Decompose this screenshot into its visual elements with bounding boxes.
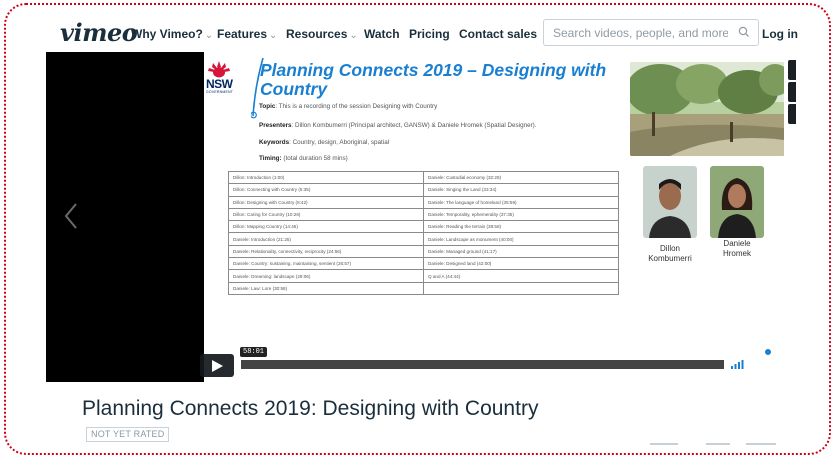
nav-label: Features bbox=[217, 27, 268, 41]
nsw-logo-text: NSW bbox=[206, 77, 233, 91]
play-icon bbox=[212, 360, 223, 372]
agenda-cell: Q and A (44:44) bbox=[423, 269, 619, 283]
keywords-label: Keywords bbox=[259, 139, 290, 146]
chevron-down-icon: ⌄ bbox=[204, 30, 214, 41]
agenda-cell: Daniele: Law: Lore (30:58) bbox=[228, 281, 424, 295]
nav-contact-sales[interactable]: Contact sales bbox=[459, 27, 537, 41]
chapter-marker-pin bbox=[764, 348, 772, 356]
nav-why-vimeo[interactable]: Why Vimeo? ⌄ bbox=[131, 27, 213, 41]
presenter-name-daniele: Daniele Hromek bbox=[722, 239, 751, 258]
volume-icon[interactable] bbox=[731, 359, 747, 369]
nsw-government-logo: NSW GOVERNMENT bbox=[206, 60, 246, 94]
topic-text: : This is a recording of the session Des… bbox=[275, 103, 438, 110]
waratah-icon bbox=[208, 61, 230, 78]
slide-topic: Topic: This is a recording of the sessio… bbox=[259, 103, 437, 110]
cc-icon[interactable]: CC bbox=[752, 359, 765, 369]
search-input[interactable] bbox=[553, 25, 728, 41]
rating-badge: NOT YET RATED bbox=[86, 427, 170, 442]
share-icon[interactable] bbox=[788, 104, 796, 124]
table-row: Daniele: Law: Lore (30:58) bbox=[228, 281, 619, 295]
video-frame-slide: NSW GOVERNMENT Planning Connects 2019 – … bbox=[204, 52, 796, 382]
table-row: Daniele: Country: sustaining, maintainin… bbox=[228, 257, 619, 271]
agenda-cell: Daniele: Dreaming: landscape (29:06) bbox=[228, 269, 424, 283]
search-icon[interactable] bbox=[738, 25, 750, 43]
gear-icon[interactable]: ⚙ bbox=[769, 357, 780, 369]
site-header: vimeo Why Vimeo? ⌄ Features ⌄ Resources ⌄ W… bbox=[44, 14, 798, 52]
login-link[interactable]: Log in bbox=[762, 27, 798, 41]
nav-label: Resources bbox=[286, 27, 348, 41]
player-controls: 58:01 CC ⚙ ⋮ bbox=[46, 347, 796, 382]
video-player[interactable]: NSW GOVERNMENT Planning Connects 2019 – … bbox=[46, 52, 796, 382]
topic-label: Topic bbox=[259, 103, 276, 110]
table-row: Dillon: Caring for Country (10:26) Daniel… bbox=[228, 207, 619, 222]
agenda-cell: Daniele: The language of homeland (35:59… bbox=[423, 195, 619, 209]
search-box[interactable] bbox=[543, 19, 759, 46]
agenda-table: Dillon: Introduction (1:00) Daniele: Cust… bbox=[228, 170, 619, 295]
slide-timing: Timing: (total duration 58 mins) bbox=[259, 155, 348, 162]
progress-bar[interactable] bbox=[241, 360, 724, 369]
agenda-cell: Daniele: Landscape as monument (40:00) bbox=[423, 232, 619, 246]
timing-text: (total duration 58 mins) bbox=[281, 155, 348, 162]
presenter-name-dillon: Dillon Kombumerri bbox=[648, 244, 692, 263]
table-row: Daniele: Relationality, connectivity, re… bbox=[228, 244, 619, 259]
nav-resources[interactable]: Resources ⌄ bbox=[286, 27, 358, 41]
slide-title: Planning Connects 2019 – Designing with … bbox=[260, 60, 607, 99]
more-icon[interactable]: ⋮ bbox=[786, 358, 796, 370]
keywords-text: : Country, design, Aboriginal, spatial bbox=[289, 139, 390, 146]
table-row: Dillon: Introduction (1:00) Daniele: Cust… bbox=[228, 170, 619, 185]
video-title: Planning Connects 2019: Designing with C… bbox=[82, 396, 602, 446]
slide-presenters: Presenters: Dillon Kombumerri (Principal… bbox=[259, 122, 537, 129]
agenda-cell: Daniele: Introduction (21:25) bbox=[228, 232, 424, 246]
agenda-cell: Daniele: Temporality, ephemerality (37:3… bbox=[423, 207, 619, 222]
agenda-cell: Daniele: Relationality, connectivity, re… bbox=[228, 244, 424, 259]
nav-features[interactable]: Features ⌄ bbox=[217, 27, 277, 41]
agenda-cell: Daniele: Country: sustaining, maintainin… bbox=[228, 257, 424, 271]
chevron-down-icon: ⌄ bbox=[269, 30, 278, 41]
chevron-down-icon: ⌄ bbox=[349, 30, 358, 41]
landscape-photo bbox=[630, 62, 784, 156]
table-row: Daniele: Dreaming: landscape (29:06) Q an… bbox=[228, 269, 619, 283]
vimeo-logo[interactable]: vimeo bbox=[60, 18, 138, 47]
table-row: Dillon: Connecting with Country (5:35) Da… bbox=[228, 183, 619, 197]
video-title-text: Planning Connects 2019: Designing with C… bbox=[82, 397, 539, 420]
timing-label: Timing: bbox=[259, 155, 282, 162]
nav-pricing[interactable]: Pricing bbox=[409, 27, 450, 41]
table-row: Daniele: Introduction (21:25) Daniele: La… bbox=[228, 232, 619, 246]
chevron-left-icon[interactable] bbox=[64, 202, 78, 235]
agenda-cell: Dillon: Mapping Country (14:45) bbox=[228, 220, 424, 234]
sidebar-preview-edge bbox=[650, 441, 790, 449]
player-side-actions bbox=[788, 60, 796, 126]
like-icon[interactable] bbox=[788, 60, 796, 80]
agenda-cell bbox=[423, 281, 619, 295]
agenda-cell: Daniele: Reading the terrain (38:58) bbox=[423, 220, 619, 234]
agenda-cell: Dillon: Designing with Country (8:42) bbox=[228, 195, 424, 209]
play-button[interactable] bbox=[200, 354, 234, 377]
control-icons: CC ⚙ ⋮ bbox=[731, 357, 796, 371]
presenters-label: Presenters bbox=[259, 122, 292, 129]
presenter-photo-daniele bbox=[710, 166, 764, 238]
slide-keywords: Keywords: Country, design, Aboriginal, s… bbox=[259, 139, 389, 146]
nav-watch[interactable]: Watch bbox=[364, 27, 400, 41]
agenda-cell: Daniele: Designed land (42:00) bbox=[423, 257, 619, 271]
time-display: 58:01 bbox=[240, 347, 268, 357]
presenter-photo-dillon bbox=[643, 166, 697, 238]
agenda-cell: Daniele: Managed ground (41:17) bbox=[423, 244, 619, 259]
nav-label: Why Vimeo? bbox=[131, 27, 203, 41]
nsw-logo-subtext: GOVERNMENT bbox=[206, 90, 234, 94]
presenters-text: : Dillon Kombumerri (Principal architect… bbox=[291, 122, 537, 129]
agenda-cell: Dillon: Introduction (1:00) bbox=[228, 170, 424, 185]
agenda-cell: Dillon: Caring for Country (10:26) bbox=[228, 207, 424, 222]
agenda-cell: Dillon: Connecting with Country (5:35) bbox=[228, 183, 424, 197]
agenda-cell: Daniele: Custodial economy (32:28) bbox=[423, 170, 619, 185]
table-row: Dillon: Designing with Country (8:42) Dan… bbox=[228, 195, 619, 209]
table-row: Dillon: Mapping Country (14:45) Daniele: … bbox=[228, 220, 619, 234]
clock-icon[interactable] bbox=[788, 82, 796, 102]
agenda-cell: Daniele: Singing the Land (33:34) bbox=[423, 183, 619, 197]
